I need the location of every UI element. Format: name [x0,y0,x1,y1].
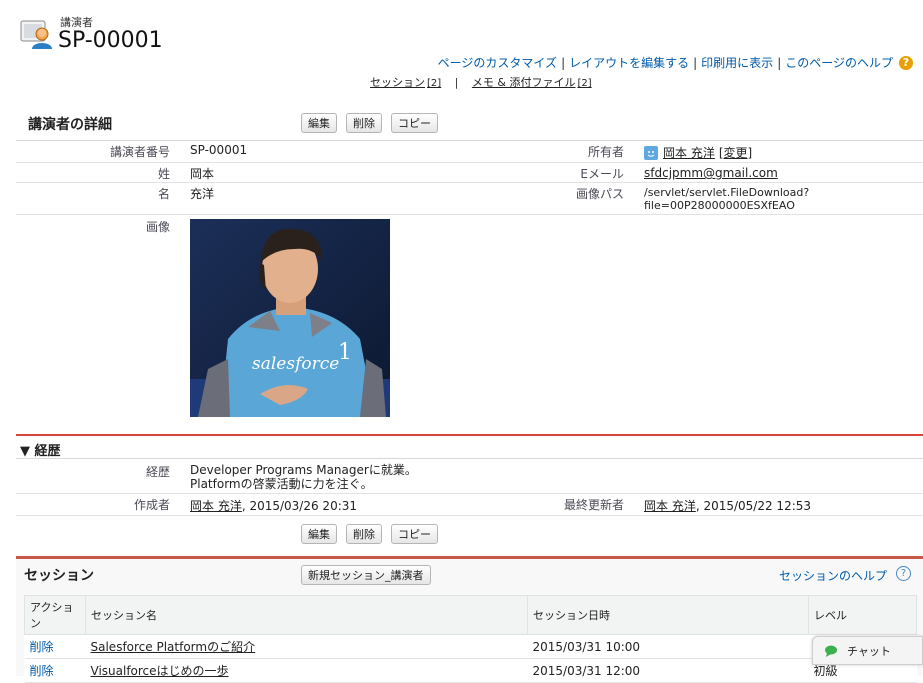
notes-count: [2] [577,78,592,89]
created-by-link[interactable]: 岡本 充洋 [190,499,242,513]
new-session-button[interactable]: 新規セッション_講演者 [301,565,431,585]
sessions-related-link[interactable]: セッション [370,76,425,89]
help-icon[interactable]: ? [899,55,913,70]
image-path-value: /servlet/servlet.FileDownload? file=00P2… [644,186,810,212]
modified-by-link[interactable]: 岡本 充洋 [644,499,696,513]
column-header-level[interactable]: レベル [808,595,917,635]
column-header-session-name[interactable]: セッション名 [85,595,528,635]
speaker-icon [20,20,52,49]
table-row: 削除 Visualforceはじめの一歩 2015/03/31 12:00 初級 [24,658,917,683]
delete-row-link[interactable]: 削除 [30,640,54,654]
top-links: ページのカスタマイズ | レイアウトを編集する | 印刷用に表示 | このページ… [438,54,913,71]
delete-button-bottom[interactable]: 削除 [346,524,382,544]
speaker-number-value: SP-00001 [190,143,248,157]
email-label: Eメール [580,167,624,181]
sessions-count: [2] [427,78,442,89]
notes-attachments-related-link[interactable]: メモ & 添付ファイル [472,76,576,89]
copy-button[interactable]: コピー [391,113,438,133]
page-help-link[interactable]: このページのヘルプ [785,54,893,71]
session-name-link[interactable]: Visualforceはじめの一歩 [91,664,229,678]
modified-by-label: 最終更新者 [563,498,624,512]
change-owner-link[interactable]: [変更] [719,144,752,161]
email-link[interactable]: sfdcjpmm@gmail.com [644,166,778,180]
modified-by-value: 岡本 充洋, 2015/05/22 12:53 [644,499,812,513]
chat-bubble-icon [825,645,837,657]
last-name-value: 岡本 [190,167,215,181]
shirt-number-text: 1 [338,340,352,365]
delete-row-link[interactable]: 削除 [30,664,54,678]
edit-button[interactable]: 編集 [301,113,337,133]
edit-button-bottom[interactable]: 編集 [301,524,337,544]
delete-button[interactable]: 削除 [346,113,382,133]
shirt-brand-text: salesforce [252,354,339,374]
detail-section-title: 講演者の詳細 [28,117,112,133]
column-header-session-datetime[interactable]: セッション日時 [527,595,809,635]
owner-value: 岡本 充洋 [変更] [644,144,752,161]
user-avatar-icon [644,145,658,160]
owner-label: 所有者 [587,145,624,159]
session-datetime: 2015/03/31 12:00 [527,658,809,683]
session-name-link[interactable]: Salesforce Platformのご紹介 [91,640,256,654]
first-name-label: 名 [157,187,170,201]
page-title: SP-00001 [58,28,163,53]
speaker-photo: salesforce 1 [190,219,390,417]
career-value: Developer Programs Managerに就業。 Platformの… [190,463,417,491]
section-divider [16,434,923,436]
chat-widget[interactable]: チャット [812,636,923,665]
customize-page-link[interactable]: ページのカスタマイズ [438,54,557,71]
image-label: 画像 [145,220,170,234]
first-name-value: 充洋 [190,187,215,201]
column-header-action: アクション [24,595,86,635]
last-name-label: 姓 [157,167,170,181]
edit-layout-link[interactable]: レイアウトを編集する [569,54,689,71]
sessions-help-link[interactable]: セッションのヘルプ [779,567,887,584]
speaker-number-label: 講演者番号 [109,145,170,159]
created-by-value: 岡本 充洋, 2015/03/26 20:31 [190,499,358,513]
career-label: 経歴 [145,465,170,479]
table-row: 削除 Salesforce Platformのご紹介 2015/03/31 10… [24,634,917,659]
related-list-links: セッション [2] | メモ & 添付ファイル [2] [370,76,592,89]
session-datetime: 2015/03/31 10:00 [527,634,809,659]
image-path-label: 画像パス [575,187,624,201]
career-section-title: 経歴 [34,444,61,459]
sessions-title: セッション [24,568,94,584]
career-section-header[interactable]: ▼ 経歴 [20,440,61,459]
created-by-label: 作成者 [133,498,170,512]
printable-view-link[interactable]: 印刷用に表示 [701,54,773,71]
owner-link[interactable]: 岡本 充洋 [663,144,715,161]
collapse-triangle-icon[interactable]: ▼ [20,444,30,459]
chat-label: チャット [847,644,891,658]
sessions-help-icon[interactable]: ? [896,566,911,581]
copy-button-bottom[interactable]: コピー [391,524,438,544]
sessions-table: アクション セッション名 セッション日時 レベル 削除 Salesforce P… [24,595,917,683]
